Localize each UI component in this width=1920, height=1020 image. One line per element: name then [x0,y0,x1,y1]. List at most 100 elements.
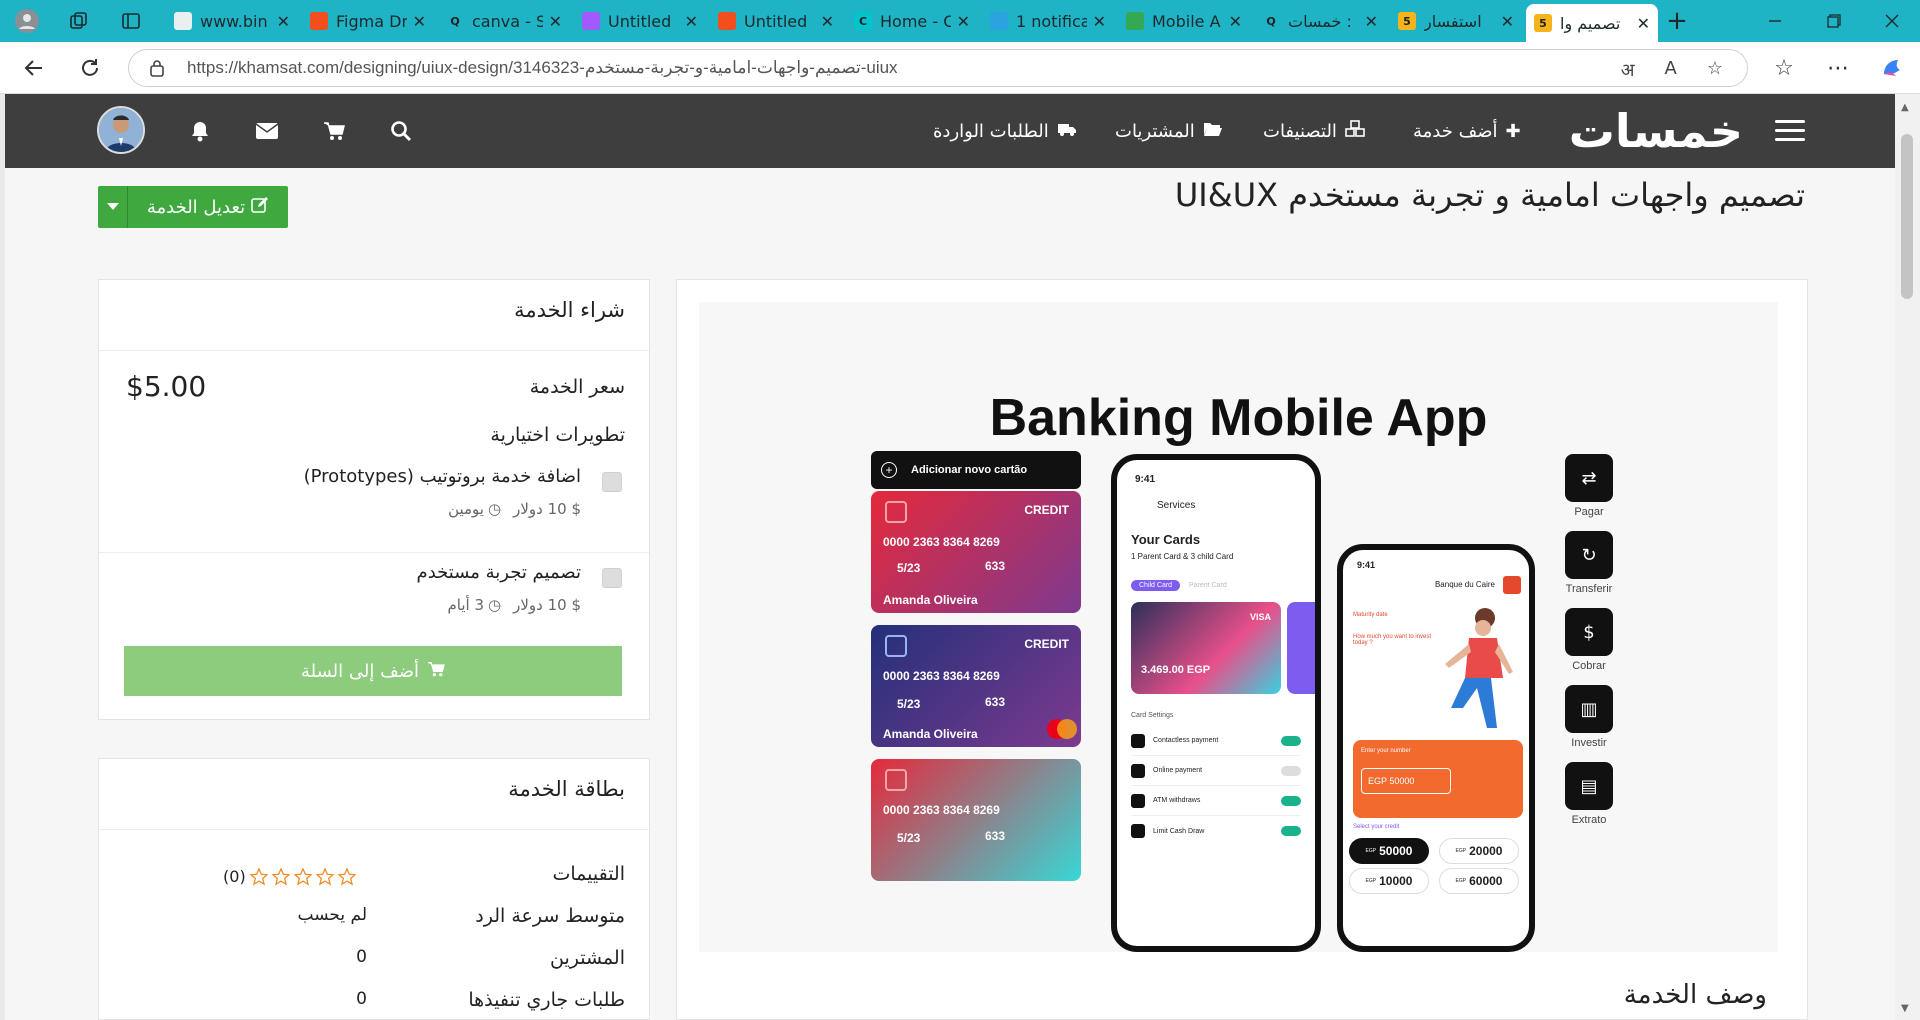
site-logo[interactable]: خمسات [1553,104,1743,158]
browser-tab[interactable]: 1 notifica ✕ [982,4,1114,38]
phone-mockup-cards: 9:41 Services Your Cards 1 Parent Card &… [1111,454,1321,952]
translate-icon[interactable]: अ [1621,58,1635,82]
menu-purchases[interactable]: المشتريات [1115,94,1223,168]
folder-open-icon [1203,121,1223,142]
extra-checkbox-prototypes[interactable] [602,472,622,492]
browser-tab[interactable]: Qcanva - S ✕ [438,4,570,38]
tab-favicon-icon [1126,12,1144,30]
dropdown-caret-icon[interactable] [98,186,128,228]
star-icon [271,867,290,886]
tab-close-icon[interactable]: ✕ [821,12,834,31]
new-tab-icon[interactable]: + [1664,6,1690,36]
hero-title: Banking Mobile App [989,389,1488,447]
browser-tab[interactable]: 5 تصميم وا ✕ [1526,4,1658,42]
workspaces-icon[interactable] [66,8,92,34]
statement-icon: ▤ [1565,762,1613,810]
tab-actions-icon[interactable] [118,8,144,34]
tab-close-icon[interactable]: ✕ [957,12,970,31]
tab-close-icon[interactable]: ✕ [685,12,698,31]
add-to-cart-button[interactable]: أضف إلى السلة [124,646,622,696]
info-panel-title: بطاقة الخدمة [508,777,625,801]
favorite-star-icon[interactable]: ☆ [1707,58,1723,82]
read-aloud-icon[interactable]: A [1665,58,1677,82]
scroll-up-icon[interactable]: ▲ [1901,102,1909,113]
tab-favicon-icon: 5 [1534,14,1552,32]
scroll-down-icon[interactable]: ▼ [1901,1003,1909,1014]
tab-favicon-icon [718,12,736,30]
refresh-icon[interactable] [76,54,104,82]
plus-icon: ✚ [1505,120,1521,142]
edit-service-button[interactable]: تعديل الخدمة [98,186,288,228]
extra-meta: $ 10 دولار ◷ 3 أيام [447,596,581,614]
cubes-icon [1345,119,1365,143]
tab-favicon-icon [990,12,1008,30]
browser-tab[interactable]: Untitled ✕ [574,4,706,38]
browser-tab[interactable]: www.bin ✕ [166,4,298,38]
profile-icon[interactable] [14,8,40,34]
tab-title: canva - S [472,11,543,31]
service-gallery-card: Banking Mobile App + Adicionar novo cart… [676,279,1808,1020]
khamsat-page: خمسات ✚ أضف خدمة التصنيفات المشتريات الطل… [5,94,1895,1020]
tab-title: Figma Dr [336,11,407,31]
browser-tab[interactable]: 5 استفسار ✕ [1390,4,1522,38]
tab-bar: www.bin ✕ Figma Dr ✕ Qcanva - S ✕ Untitled ✕ Unt… [0,0,1920,42]
invest-chart-icon: ▥ [1565,685,1613,733]
cart-icon[interactable] [321,118,347,144]
tab-title: تصميم وا [1560,13,1621,33]
extras-title: تطويرات اختيارية [490,424,625,446]
close-window-icon[interactable] [1879,8,1905,34]
menu-add-service[interactable]: ✚ أضف خدمة [1413,94,1521,168]
extra-checkbox-ux[interactable] [602,568,622,588]
restore-icon[interactable] [1821,8,1847,34]
bell-icon[interactable] [187,118,213,144]
buyers-value: 0 [356,947,367,967]
favorites-icon[interactable]: ☆ [1770,54,1798,82]
tab-close-icon[interactable]: ✕ [1365,12,1378,31]
minimize-icon[interactable] [1762,8,1788,34]
tab-close-icon[interactable]: ✕ [1501,12,1514,31]
cart-icon [427,661,445,682]
search-icon[interactable] [388,118,414,144]
tab-close-icon[interactable]: ✕ [1637,14,1650,33]
browser-tab[interactable]: Mobile A ✕ [1118,4,1250,38]
browser-tab[interactable]: Figma Dr ✕ [302,4,434,38]
browser-tab[interactable]: Q خمسات : ✕ [1254,4,1386,38]
tab-close-icon[interactable]: ✕ [1093,12,1106,31]
pay-icon: ⇄ [1565,454,1613,502]
price-tag: $ 10 دولار [513,500,581,518]
envelope-icon[interactable] [254,118,280,144]
browser-tab[interactable]: C Home - C ✕ [846,4,978,38]
credit-card: CREDIT 0000 2363 8364 8269 5/23 633 Aman… [871,491,1081,613]
service-preview-image[interactable]: Banking Mobile App + Adicionar novo cart… [699,302,1778,952]
tab-close-icon[interactable]: ✕ [549,12,562,31]
page-scrollbar[interactable]: ▲ ▼ [1895,94,1920,1020]
browser-tab[interactable]: Untitled ✕ [710,4,842,38]
tab-close-icon[interactable]: ✕ [1229,12,1242,31]
star-icon [337,867,356,886]
hamburger-menu-icon[interactable] [1775,120,1805,142]
ratings-count: (0) [223,867,246,886]
copilot-icon[interactable] [1878,54,1906,82]
user-avatar[interactable] [97,106,145,154]
tab-favicon-icon [310,12,328,30]
tab-favicon-icon [174,12,192,30]
site-header: خمسات ✚ أضف خدمة التصنيفات المشتريات الطل… [5,94,1895,168]
credit-card-list: CREDIT 0000 2363 8364 8269 5/23 633 Aman… [871,491,1081,952]
tab-close-icon[interactable]: ✕ [413,12,426,31]
active-orders-value: 0 [356,989,367,1009]
url-text: https://khamsat.com/designing/uiux-desig… [187,58,898,77]
scrollbar-thumb[interactable] [1901,134,1913,299]
more-options-icon[interactable]: ⋯ [1824,54,1852,82]
tab-favicon-icon [582,12,600,30]
url-field[interactable]: https://khamsat.com/designing/uiux-desig… [128,49,1748,87]
menu-incoming-orders[interactable]: الطلبات الواردة [933,94,1077,168]
truck-icon [1057,121,1077,142]
menu-categories[interactable]: التصنيفات [1263,94,1365,168]
back-icon[interactable] [20,54,48,82]
response-speed-value: لم يحسب [297,905,367,925]
clock-icon: ◷ [487,500,502,518]
tab-close-icon[interactable]: ✕ [277,12,290,31]
extra-meta: $ 10 دولار ◷ يومين [448,500,581,518]
edit-icon [251,196,269,219]
tab-favicon-icon: Q [1262,12,1280,30]
